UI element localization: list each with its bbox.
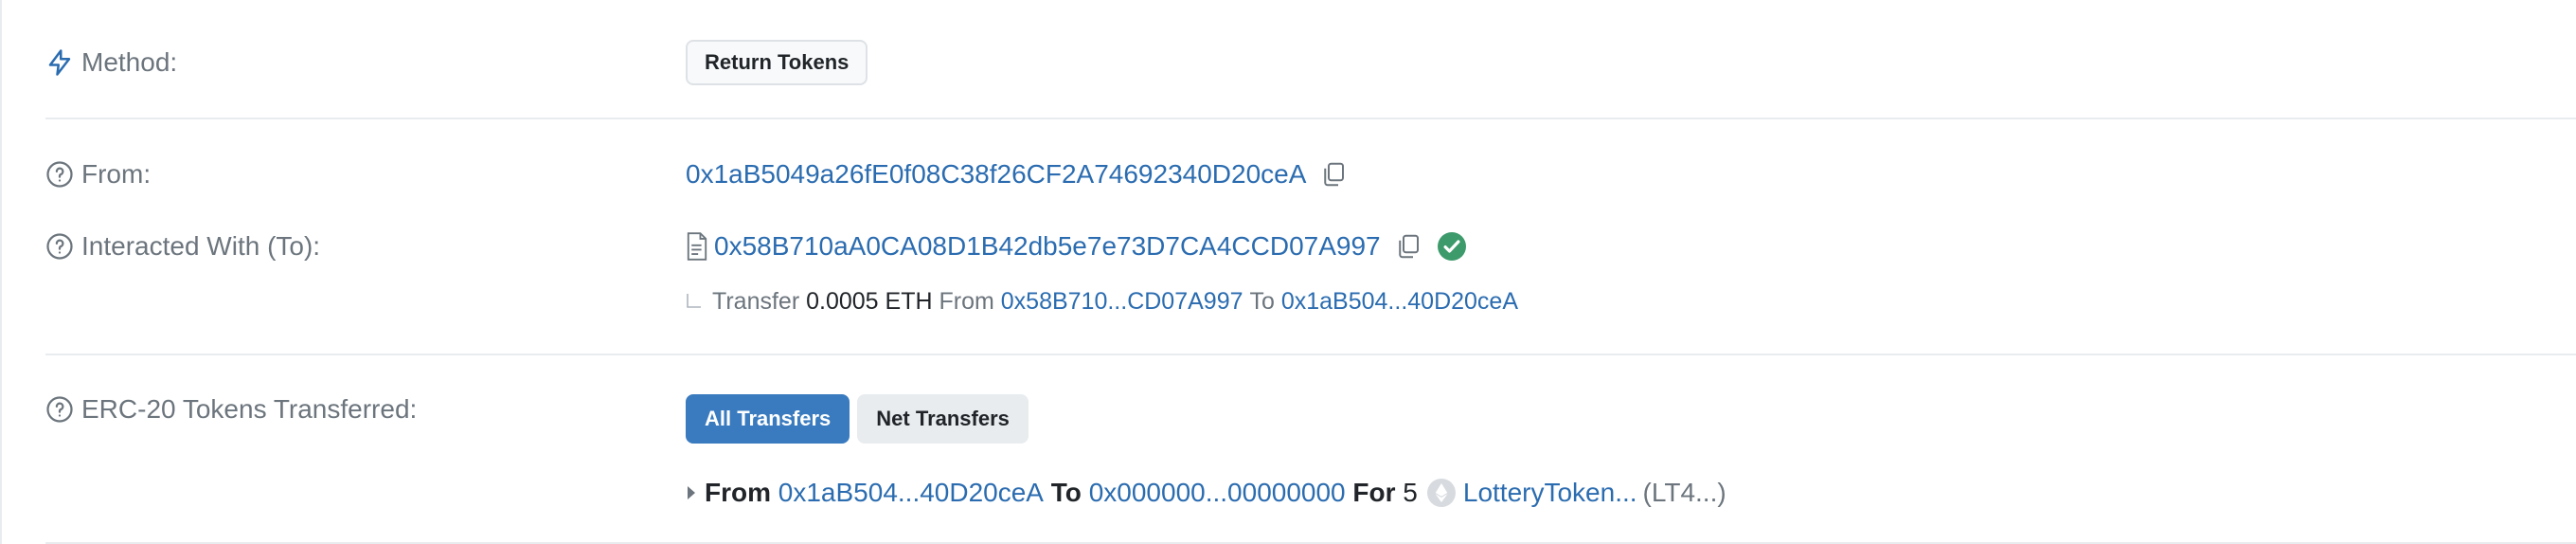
caret-right-icon[interactable] xyxy=(686,485,697,500)
contract-address-link[interactable]: 0x58B710aA0CA08D1B42db5e7e73D7CA4CCD07A9… xyxy=(714,231,1381,262)
from-address-link[interactable]: 0x1aB5049a26fE0f08C38f26CF2A74692340D20c… xyxy=(686,159,1306,190)
help-circle-icon[interactable] xyxy=(45,232,74,261)
erc20-to-link[interactable]: 0x000000...00000000 xyxy=(1089,478,1346,508)
from-row: From: 0x1aB5049a26fE0f08C38f26CF2A746923… xyxy=(45,159,2576,193)
copy-icon[interactable] xyxy=(1394,232,1422,261)
erc20-to-word: To xyxy=(1050,478,1082,507)
tab-net-transfers[interactable]: Net Transfers xyxy=(857,394,1029,444)
from-label: From: xyxy=(45,159,151,190)
help-circle-icon[interactable] xyxy=(45,160,74,189)
token-symbol: (LT4...) xyxy=(1642,478,1726,507)
method-button[interactable]: Return Tokens xyxy=(686,40,868,85)
interacted-label: Interacted With (To): xyxy=(45,231,320,262)
tree-corner-icon xyxy=(686,293,703,311)
erc20-label-text: ERC-20 Tokens Transferred: xyxy=(81,394,418,424)
contract-file-icon xyxy=(686,232,708,261)
erc20-from-link[interactable]: 0x1aB504...40D20ceA xyxy=(778,478,1044,508)
interacted-row: Interacted With (To): 0x58B710aA0CA08D1B… xyxy=(45,231,2576,265)
lightning-icon xyxy=(45,48,74,77)
verified-check-icon xyxy=(1437,232,1466,261)
transfer-to-word: To xyxy=(1249,288,1275,315)
interacted-label-text: Interacted With (To): xyxy=(81,231,321,261)
transfer-amount: 0.0005 ETH xyxy=(806,288,933,315)
help-circle-icon[interactable] xyxy=(45,395,74,424)
token-logo-icon xyxy=(1426,479,1456,507)
erc20-from-word: From xyxy=(705,478,771,507)
token-name-link[interactable]: LotteryToken... xyxy=(1463,478,1637,508)
erc20-for-word: For xyxy=(1352,478,1396,507)
internal-transfer-row: Transfer 0.0005 ETH From 0x58B710...CD07… xyxy=(45,288,2576,318)
transfer-word: Transfer xyxy=(712,288,800,315)
transfer-to-link[interactable]: 0x1aB504...40D20ceA xyxy=(1281,288,1518,316)
from-label-text: From: xyxy=(81,159,152,189)
transaction-details-card: Method: Return Tokens From: 0x1aB5049a26… xyxy=(0,0,2576,544)
transfer-from-link[interactable]: 0x58B710...CD07A997 xyxy=(1001,288,1243,316)
tab-all-transfers[interactable]: All Transfers xyxy=(686,394,850,444)
erc20-label: ERC-20 Tokens Transferred: xyxy=(45,394,417,425)
divider xyxy=(45,118,2576,119)
method-row: Method: Return Tokens xyxy=(45,40,2576,85)
method-label-text: Method: xyxy=(81,47,178,77)
erc20-row: ERC-20 Tokens Transferred: All Transfers… xyxy=(45,394,2576,445)
method-label: Method: xyxy=(45,47,177,78)
erc20-transfer-row: From 0x1aB504...40D20ceA To 0x000000...0… xyxy=(45,478,2576,512)
erc20-amount: 5 xyxy=(1403,478,1418,507)
copy-icon[interactable] xyxy=(1319,160,1348,189)
transfer-from-word: From xyxy=(939,288,994,315)
divider xyxy=(45,354,2576,355)
